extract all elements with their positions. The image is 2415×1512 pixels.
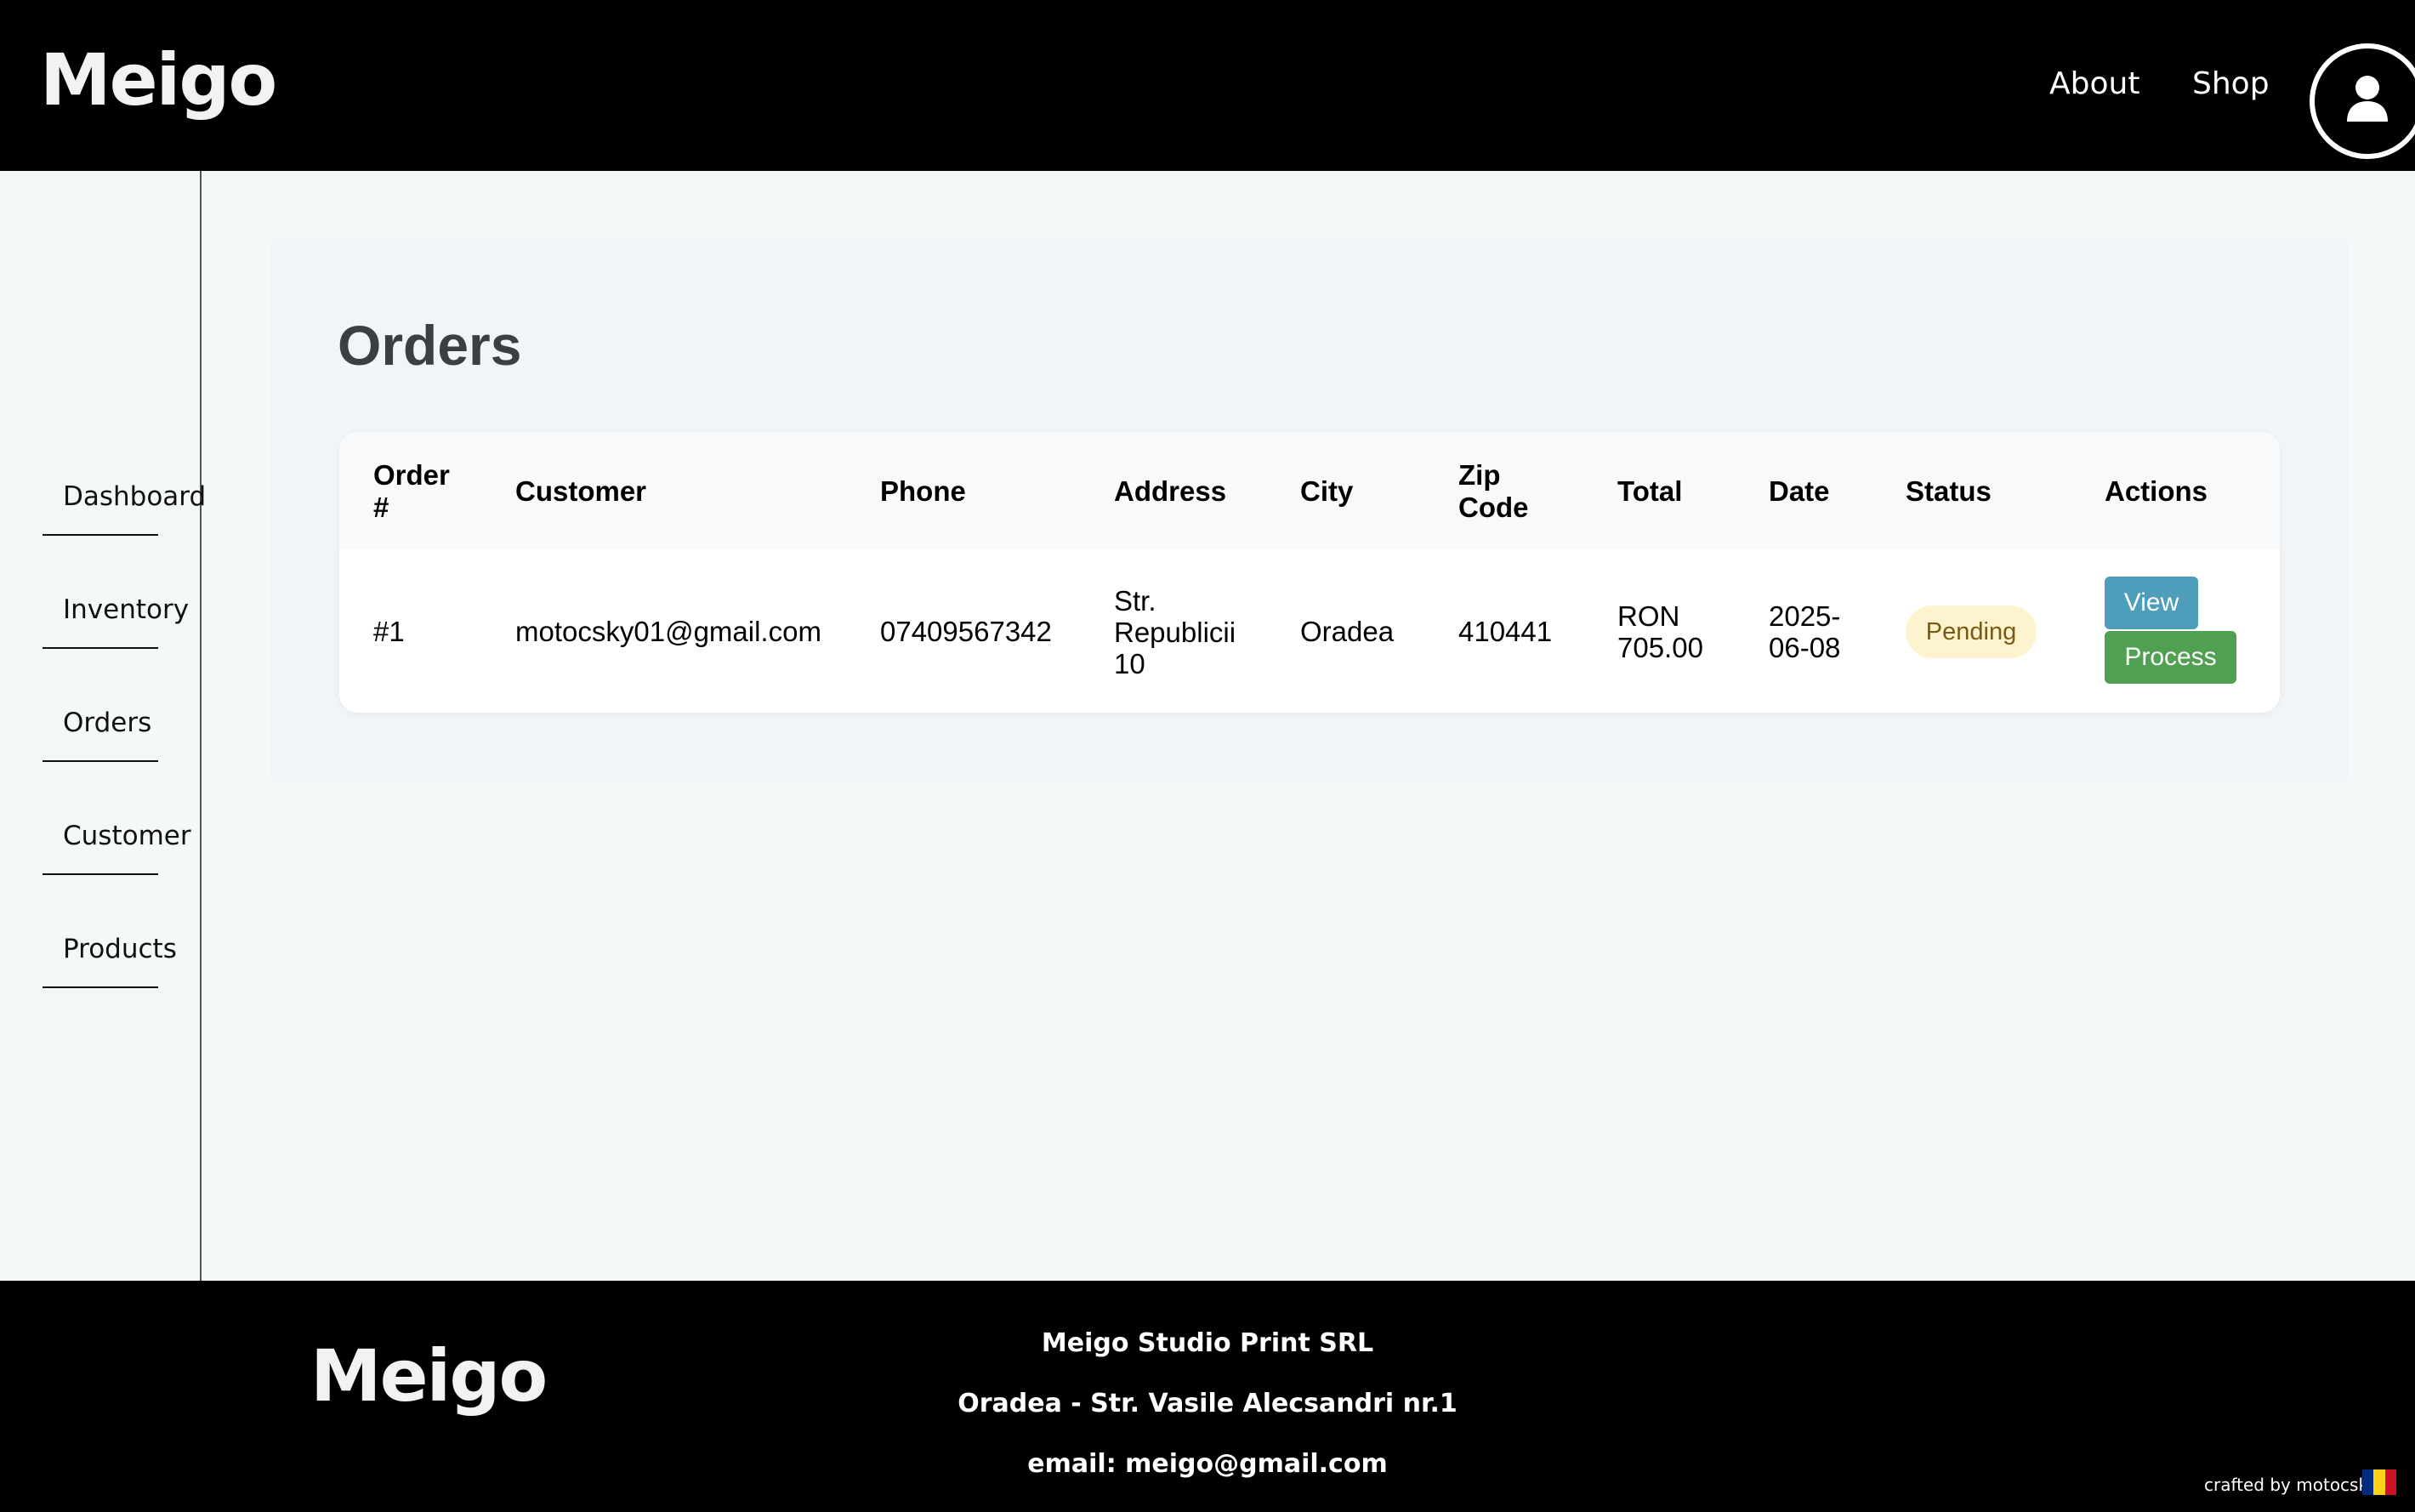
credit-text: crafted by motocsky: [2204, 1475, 2378, 1495]
process-order-button[interactable]: Process: [2105, 631, 2236, 684]
column-header-total: Total: [1617, 475, 1683, 507]
city-cell: Oradea: [1300, 616, 1395, 647]
column-header-phone: Phone: [880, 475, 966, 507]
column-header-order: Order #: [373, 459, 450, 523]
sidebar-item-label: Inventory: [63, 594, 190, 625]
romania-flag-icon: [2362, 1469, 2396, 1495]
sidebar-item-products[interactable]: Products: [43, 930, 177, 988]
sidebar-item-orders[interactable]: Orders: [43, 704, 158, 762]
footer: Meigo Meigo Studio Print SRL Oradea - St…: [0, 1281, 2415, 1512]
column-header-customer: Customer: [515, 475, 647, 507]
sidebar: Dashboard Inventory Orders Customer Prod…: [0, 171, 207, 1281]
flag-stripe-red: [2384, 1469, 2396, 1495]
footer-company: Meigo Studio Print SRL: [1041, 1328, 1374, 1358]
column-header-status: Status: [1906, 475, 1992, 507]
order-number-cell: #1: [373, 616, 405, 647]
column-header-city: City: [1300, 475, 1354, 507]
sidebar-item-customer[interactable]: Customer: [43, 817, 191, 875]
column-header-zip: Zip Code: [1458, 459, 1529, 523]
brand-logo[interactable]: Meigo: [40, 44, 277, 116]
user-icon: [2347, 76, 2388, 122]
nav-shop-link[interactable]: Shop: [2192, 66, 2270, 101]
sidebar-item-label: Orders: [63, 708, 152, 738]
column-header-actions: Actions: [2105, 475, 2208, 507]
status-badge: Pending: [1906, 605, 2037, 658]
sidebar-item-dashboard[interactable]: Dashboard: [43, 478, 207, 536]
footer-email[interactable]: email: meigo@gmail.com: [0, 1449, 2415, 1479]
nav-about-link[interactable]: About: [2049, 66, 2139, 101]
divider: [43, 873, 158, 875]
view-order-button[interactable]: View: [2105, 577, 2198, 629]
orders-table: Order # Customer Phone Address City Zip …: [339, 432, 2280, 713]
page-title: Orders: [338, 314, 522, 377]
flag-stripe-blue: [2362, 1469, 2374, 1495]
phone-cell: 07409567342: [880, 616, 1052, 647]
customer-cell: motocsky01@gmail.com: [515, 616, 821, 647]
total-cell: RON 705.00: [1617, 600, 1703, 663]
column-header-date: Date: [1769, 475, 1830, 507]
divider: [43, 647, 158, 649]
table-header-row: Order # Customer Phone Address City Zip …: [339, 432, 2280, 549]
zip-cell: 410441: [1458, 616, 1553, 647]
divider: [43, 760, 158, 762]
date-cell: 2025-06-08: [1769, 600, 1841, 663]
divider: [43, 534, 158, 536]
sidebar-item-label: Customer: [63, 821, 191, 851]
address-cell: Str. Republicii 10: [1114, 585, 1236, 679]
divider: [43, 986, 158, 988]
column-header-address: Address: [1114, 475, 1227, 507]
sidebar-item-inventory[interactable]: Inventory: [43, 591, 190, 649]
flag-stripe-yellow: [2373, 1469, 2385, 1495]
footer-address: Oradea - Str. Vasile Alecsandri nr.1: [957, 1389, 1458, 1418]
sidebar-item-label: Products: [63, 934, 177, 964]
sidebar-item-label: Dashboard: [63, 481, 207, 512]
top-header: Meigo About Shop: [0, 0, 2415, 171]
account-button[interactable]: [2310, 43, 2415, 159]
